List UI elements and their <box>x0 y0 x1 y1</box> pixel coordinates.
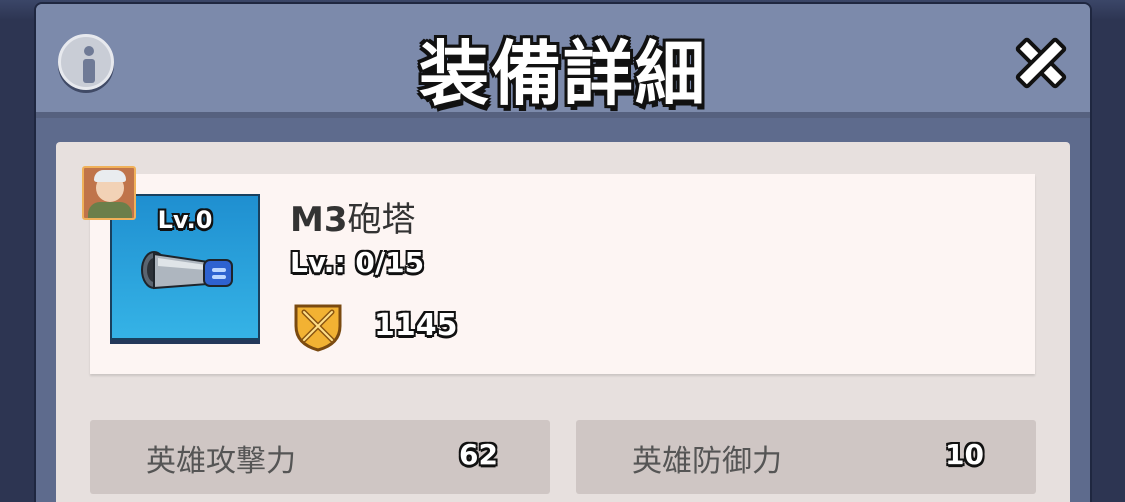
detail-panel: Lv.0 M3砲塔 Lv.: 0/15 1145 英雄攻撃力 62 英雄防御力 … <box>56 142 1070 502</box>
portrait-coat <box>88 202 132 218</box>
dialog-header: 装備詳細 <box>36 4 1090 118</box>
power-value: 1145 <box>374 308 458 343</box>
turret-barrel-icon <box>141 251 233 290</box>
stat-label: 英雄攻撃力 <box>146 444 296 479</box>
item-level-progress: Lv.: 0/15 <box>290 246 425 279</box>
stat-hero-attack: 英雄攻撃力 62 <box>90 420 550 494</box>
close-icon[interactable] <box>1008 30 1072 94</box>
item-name-suffix: 砲塔 <box>347 200 416 240</box>
stat-hero-defense: 英雄防御力 10 <box>576 420 1036 494</box>
dialog-title: 装備詳細 <box>419 33 707 115</box>
equipment-detail-dialog: 装備詳細 Lv.0 M3砲塔 Lv.: 0/15 1145 英雄攻撃力 62 英… <box>36 4 1090 502</box>
item-name-prefix: M3 <box>290 200 348 240</box>
stat-value: 62 <box>459 438 498 471</box>
portrait-hair <box>94 170 126 182</box>
stat-value: 10 <box>945 438 984 471</box>
hero-portrait-icon[interactable] <box>82 166 136 220</box>
item-card: Lv.0 M3砲塔 Lv.: 0/15 1145 <box>82 166 1035 374</box>
item-name: M3砲塔 <box>290 192 416 241</box>
power-emblem-icon <box>294 304 342 352</box>
stat-label: 英雄防御力 <box>632 444 782 479</box>
